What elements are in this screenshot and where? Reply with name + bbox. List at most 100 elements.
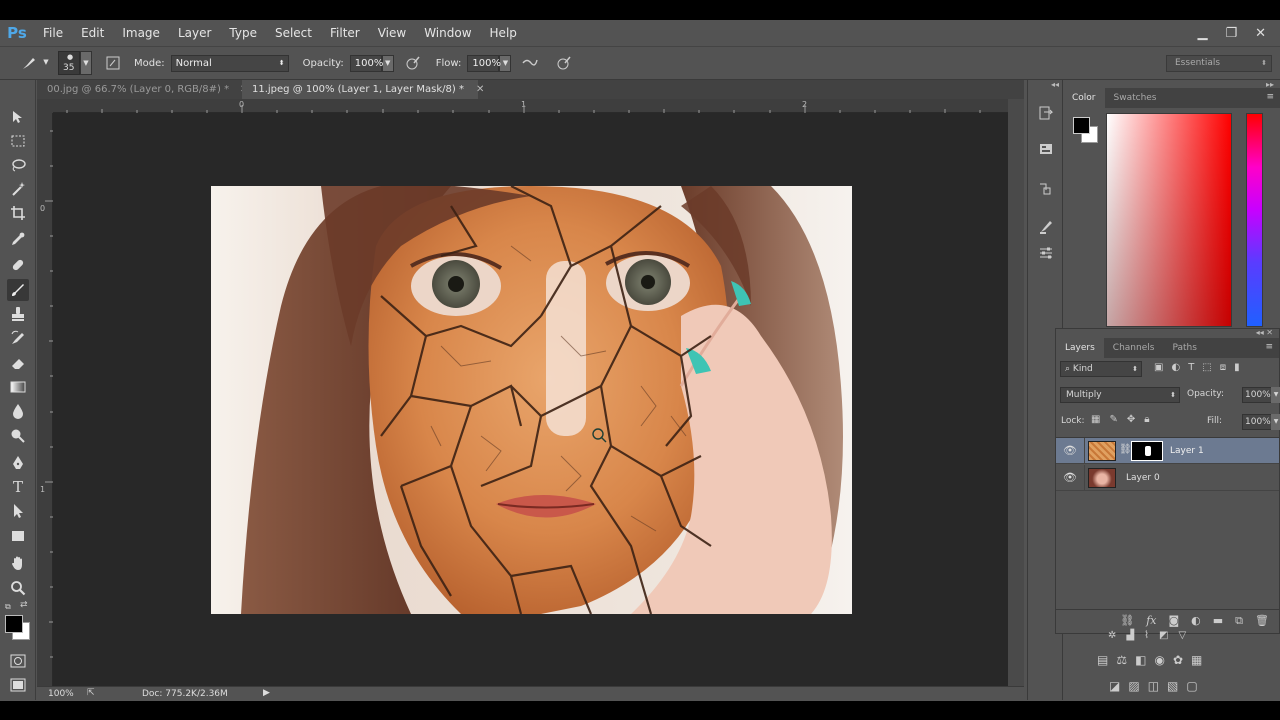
collapse-dock-icon[interactable]: ◂◂ — [1051, 80, 1059, 89]
menu-filter[interactable]: Filter — [321, 20, 369, 46]
filter-smart-object-icon[interactable]: ⧈ — [1220, 362, 1226, 373]
visibility-eye-icon[interactable]: 👁︎ — [1063, 471, 1077, 485]
pressure-size-icon[interactable] — [553, 52, 575, 74]
menu-image[interactable]: Image — [113, 20, 169, 46]
hand-tool-icon[interactable] — [7, 552, 29, 574]
layer-1-mask-thumbnail[interactable] — [1131, 441, 1163, 461]
restore-icon[interactable]: ❐ — [1225, 26, 1237, 41]
screen-mode-icon[interactable] — [7, 674, 29, 696]
type-tool-icon[interactable]: T — [7, 476, 29, 498]
color-balance-icon[interactable]: ⚖ — [1116, 653, 1127, 667]
airbrush-icon[interactable] — [519, 52, 541, 74]
channel-mixer-icon[interactable]: ✿ — [1173, 653, 1183, 667]
panel-menu-icon[interactable]: ≡ — [1266, 92, 1274, 102]
layer-filter-select[interactable]: ⌕ Kind ⬍ — [1060, 361, 1142, 377]
brightness-icon[interactable]: ✲ — [1108, 630, 1116, 641]
minimize-icon[interactable]: ▁ — [1197, 26, 1207, 41]
marquee-tool-icon[interactable] — [7, 130, 29, 152]
brush-size-dropdown-icon[interactable]: ▼ — [80, 51, 92, 75]
delete-layer-icon[interactable]: 🗑︎ — [1255, 614, 1269, 627]
tab-color[interactable]: Color — [1063, 88, 1105, 108]
adjustments-panel-icon[interactable] — [1035, 242, 1057, 264]
tab-swatches[interactable]: Swatches — [1105, 88, 1166, 108]
zoom-level[interactable]: 100% — [48, 689, 74, 699]
history-panel-icon[interactable] — [1035, 102, 1057, 124]
color-saturation-field[interactable] — [1106, 113, 1232, 327]
threshold-icon[interactable]: ◫ — [1148, 679, 1159, 693]
menu-type[interactable]: Type — [220, 20, 266, 46]
selective-color-icon[interactable]: ▢ — [1186, 679, 1197, 693]
close-tab-icon[interactable]: ✕ — [476, 80, 484, 99]
magic-wand-tool-icon[interactable] — [7, 178, 29, 200]
crop-tool-icon[interactable] — [7, 202, 29, 224]
filter-shape-icon[interactable]: ⬚ — [1202, 362, 1211, 373]
menu-layer[interactable]: Layer — [169, 20, 220, 46]
curves-icon[interactable]: ⌇ — [1144, 630, 1149, 641]
brush-panel-icon[interactable] — [1035, 216, 1057, 238]
lock-transparency-icon[interactable]: ▦ — [1091, 414, 1100, 425]
hue-saturation-icon[interactable]: ▤ — [1097, 653, 1108, 667]
hue-slider[interactable] — [1246, 113, 1263, 327]
invert-icon[interactable]: ◪ — [1109, 679, 1120, 693]
horizontal-ruler[interactable]: 0 1 2 — [53, 99, 1008, 113]
opacity-dropdown-icon[interactable]: ▼ — [381, 54, 394, 72]
properties-panel-icon[interactable] — [1035, 138, 1057, 160]
layer-name[interactable]: Layer 0 — [1126, 473, 1160, 483]
layers-panel-menu-icon[interactable]: ≡ — [1265, 342, 1273, 352]
layers-panel-collapse-icon[interactable]: ◂◂ ✕ — [1256, 328, 1273, 337]
brush-tool-icon[interactable] — [7, 279, 29, 301]
tab-layers[interactable]: Layers — [1056, 338, 1104, 358]
flow-dropdown-icon[interactable]: ▼ — [499, 54, 512, 72]
history-brush-tool-icon[interactable] — [7, 327, 29, 349]
eraser-tool-icon[interactable] — [7, 352, 29, 374]
fill-dropdown-icon[interactable]: ▼ — [1271, 414, 1280, 430]
layer-name[interactable]: Layer 1 — [1170, 446, 1204, 456]
new-layer-icon[interactable]: ⧉ — [1235, 614, 1243, 628]
blur-tool-icon[interactable] — [7, 400, 29, 422]
tab-document-00[interactable]: 00.jpg @ 66.7% (Layer 0, RGB/8#) * ✕ — [37, 80, 248, 99]
layer-mask-link-icon[interactable]: ⛓︎ — [1119, 444, 1132, 455]
tab-document-11[interactable]: 11.jpeg @ 100% (Layer 1, Layer Mask/8) *… — [242, 80, 484, 99]
menu-view[interactable]: View — [369, 20, 415, 46]
lasso-tool-icon[interactable] — [7, 154, 29, 176]
tab-channels[interactable]: Channels — [1104, 338, 1164, 358]
clone-source-panel-icon[interactable] — [1035, 178, 1057, 200]
workspace-switcher[interactable]: Essentials ⬍ — [1166, 55, 1272, 72]
levels-icon[interactable]: ▟ — [1126, 630, 1134, 641]
layer-row-layer-1[interactable]: 👁︎ ⛓︎ Layer 1 — [1056, 438, 1279, 464]
menu-file[interactable]: File — [34, 20, 72, 46]
vibrance-icon[interactable]: ▽ — [1178, 630, 1186, 641]
pen-tool-icon[interactable] — [7, 452, 29, 474]
layer-opacity-field[interactable]: 100% — [1242, 387, 1272, 403]
rectangle-tool-icon[interactable] — [7, 525, 29, 547]
document-image-cracked-face[interactable] — [211, 186, 852, 614]
menu-window[interactable]: Window — [415, 20, 480, 46]
opacity-field[interactable]: 100% — [349, 54, 383, 72]
photo-filter-icon[interactable]: ◉ — [1154, 653, 1164, 667]
layer-style-icon[interactable]: fx — [1146, 614, 1156, 627]
dodge-tool-icon[interactable] — [7, 425, 29, 447]
lock-pixels-icon[interactable]: ✎ — [1109, 414, 1117, 425]
tab-paths[interactable]: Paths — [1163, 338, 1205, 358]
add-mask-icon[interactable]: ◙ — [1168, 614, 1179, 627]
brush-size-picker[interactable]: ● 35 — [58, 51, 80, 75]
link-layers-icon[interactable]: ⛓︎ — [1120, 614, 1134, 627]
filter-type-icon[interactable]: T — [1188, 362, 1194, 373]
blend-mode-select[interactable]: Multiply ⬍ — [1060, 387, 1180, 403]
mode-select[interactable]: Normal ⬍ — [170, 54, 289, 72]
flow-field[interactable]: 100% — [467, 54, 501, 72]
close-icon[interactable]: ✕ — [1255, 26, 1266, 41]
quick-mask-icon[interactable] — [7, 650, 29, 672]
gradient-tool-icon[interactable] — [7, 376, 29, 398]
pressure-opacity-icon[interactable] — [402, 52, 424, 74]
brush-preset-dropdown-icon[interactable]: ▼ — [40, 55, 52, 72]
lock-position-icon[interactable]: ✥ — [1127, 414, 1135, 425]
visibility-eye-icon[interactable]: 👁︎ — [1063, 444, 1077, 458]
vertical-ruler[interactable]: 0 1 — [37, 113, 53, 688]
brush-preset-icon[interactable] — [18, 52, 40, 74]
new-group-icon[interactable]: ▬ — [1213, 614, 1223, 627]
eyedropper-tool-icon[interactable] — [7, 228, 29, 250]
status-menu-arrow-icon[interactable]: ▶ — [263, 688, 270, 698]
default-colors-icon[interactable]: ⧉ — [5, 602, 11, 612]
export-icon[interactable]: ⇱ — [87, 688, 95, 698]
